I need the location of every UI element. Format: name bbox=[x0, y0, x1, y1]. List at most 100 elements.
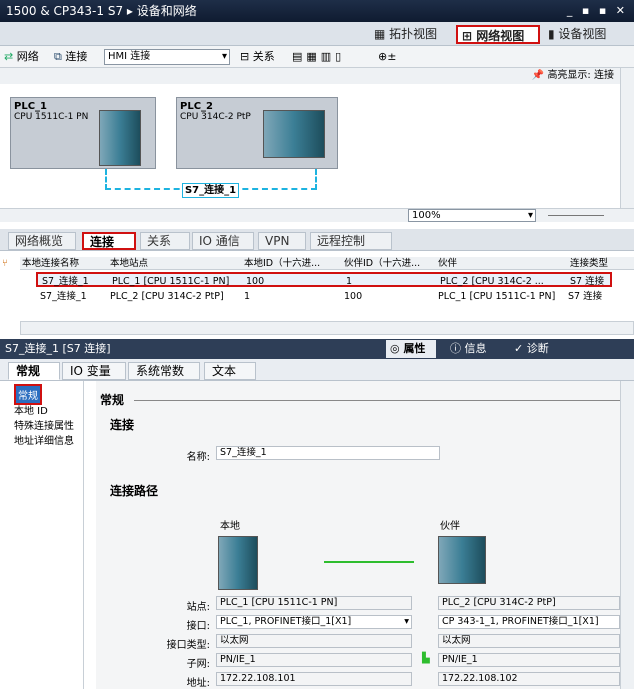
properties-titlebar: S7_连接_1 [S7 连接] ◎ 属性 ⓘ 信息 ✓ 诊断 bbox=[0, 339, 634, 359]
partner-interface-type-field: 以太网 bbox=[438, 634, 620, 648]
properties-nav: 常规 本地 ID 特殊连接属性 地址详细信息 bbox=[0, 381, 84, 689]
plc2-device[interactable]: PLC_2 CPU 314C-2 PtP bbox=[176, 97, 338, 169]
row-partner-id[interactable]: 100 bbox=[344, 289, 434, 304]
partner-interface-field[interactable]: CP 343-1_1, PROFINET接口_1[X1] bbox=[438, 615, 620, 629]
subnet-icon: ▙ bbox=[422, 653, 430, 664]
canvas-horizontal-scrollbar[interactable]: 100% ▾ bbox=[0, 208, 634, 222]
tab-device-view[interactable]: ▮ 设备视图 bbox=[544, 25, 628, 44]
properties-title: S7_连接_1 [S7 连接] bbox=[5, 342, 111, 355]
connection-path-line bbox=[324, 561, 414, 563]
row-partner-id[interactable]: 1 bbox=[346, 274, 436, 289]
connection-type-value: HMI 连接 bbox=[108, 51, 151, 62]
partner-subnet-field: PN/IE_1 bbox=[438, 653, 620, 667]
header-local-station[interactable]: 本地站点 bbox=[110, 257, 240, 270]
plc1-device[interactable]: PLC_1 CPU 1511C-1 PN bbox=[10, 97, 156, 169]
partner-heading: 伙伴 bbox=[440, 521, 460, 532]
tab-network-label: 网络视图 bbox=[476, 29, 525, 43]
connection-type-select[interactable]: HMI 连接 ▾ bbox=[104, 49, 230, 65]
tab-io-comm[interactable]: IO 通信 bbox=[192, 232, 254, 250]
relations-button[interactable]: ⊟ 关系 bbox=[240, 49, 275, 65]
connection-heading: 连接 bbox=[110, 418, 135, 432]
network-toolbar: ⇄ 网络 ⧉ 连接 HMI 连接 ▾ ⊟ 关系 ▤▦▥▯ ⊕± bbox=[0, 46, 634, 68]
highlight-bar: 📌 高亮显示: 连接 bbox=[0, 68, 620, 84]
header-partner-id[interactable]: 伙伴ID（十六进... bbox=[344, 257, 434, 270]
table-horizontal-scrollbar[interactable] bbox=[20, 321, 634, 335]
header-partner[interactable]: 伙伴 bbox=[438, 257, 566, 270]
pin-icon: 📌 bbox=[531, 70, 545, 81]
subtab-texts[interactable]: 文本 bbox=[204, 362, 256, 380]
view-bar: ▦ 拓扑视图 ⊞ 网络视图 ▮ 设备视图 bbox=[0, 22, 634, 46]
tab-network-view[interactable]: ⊞ 网络视图 bbox=[456, 25, 540, 44]
layout-tools[interactable]: ▤▦▥▯ bbox=[292, 49, 345, 65]
network-button[interactable]: ⇄ 网络 bbox=[4, 49, 39, 65]
network-label: 网络 bbox=[16, 50, 39, 63]
partner-device-image bbox=[438, 536, 486, 584]
tab-network-overview[interactable]: 网络概览 bbox=[8, 232, 76, 250]
window-controls[interactable]: _ ▪ ▪ ✕ bbox=[567, 0, 628, 22]
relations-label: 关系 bbox=[252, 50, 275, 63]
tab-info[interactable]: ⓘ 信息 bbox=[446, 340, 500, 358]
tab-topology-view[interactable]: ▦ 拓扑视图 bbox=[370, 25, 454, 44]
properties-subtabs: 常规 IO 变量 系统常数 文本 bbox=[0, 359, 634, 381]
name-field[interactable]: S7_连接_1 bbox=[216, 446, 440, 460]
local-interface-select[interactable]: PLC_1, PROFINET接口_1[X1] ▾ bbox=[216, 615, 412, 629]
tab-relations[interactable]: 关系 bbox=[140, 232, 190, 250]
tab-properties-label: 属性 bbox=[403, 342, 426, 355]
canvas-vertical-scrollbar[interactable] bbox=[620, 68, 634, 208]
partner-address-field: 172.22.108.102 bbox=[438, 672, 620, 686]
row-local-id[interactable]: 1 bbox=[244, 289, 340, 304]
subtab-system-constants[interactable]: 系统常数 bbox=[128, 362, 200, 380]
local-interface-value: PLC_1, PROFINET接口_1[X1] bbox=[220, 616, 352, 627]
subtab-io-tags[interactable]: IO 变量 bbox=[62, 362, 126, 380]
row-local-id[interactable]: 100 bbox=[246, 274, 342, 289]
tab-connections[interactable]: 连接 bbox=[82, 232, 136, 250]
section-general: 常规 bbox=[100, 393, 125, 407]
header-type[interactable]: 连接类型 bbox=[570, 257, 630, 270]
row-name: S7_连接_1 bbox=[40, 291, 87, 302]
zoom-slider[interactable] bbox=[548, 215, 604, 216]
zoom-select[interactable]: 100% ▾ bbox=[408, 209, 536, 222]
section-divider bbox=[134, 400, 620, 401]
connection-label[interactable]: S7_连接_1 bbox=[182, 183, 239, 198]
table-row[interactable]: S7_连接_1 PLC_1 [CPU 1511C-1 PN] 100 1 PLC… bbox=[36, 272, 612, 287]
window-title: 1500 & CP343-1 S7 ▸ 设备和网络 bbox=[0, 0, 634, 22]
tab-diagnostics[interactable]: ✓ 诊断 bbox=[510, 340, 566, 358]
tab-vpn[interactable]: VPN bbox=[258, 232, 306, 250]
highlight-label[interactable]: 高亮显示: 连接 bbox=[547, 70, 614, 81]
subtab-general[interactable]: 常规 bbox=[8, 362, 60, 380]
local-address-field: 172.22.108.101 bbox=[216, 672, 412, 686]
plc2-image bbox=[263, 110, 325, 158]
connect-icon: ⧉ bbox=[54, 50, 62, 63]
overview-tabs: 网络概览 连接 关系 IO 通信 VPN 远程控制 bbox=[0, 229, 634, 251]
connect-label: 连接 bbox=[65, 50, 88, 63]
row-partner[interactable]: PLC_2 [CPU 314C-2 ... bbox=[440, 274, 566, 289]
plc1-image bbox=[99, 110, 141, 166]
connect-button[interactable]: ⧉ 连接 bbox=[54, 49, 87, 65]
local-heading: 本地 bbox=[220, 521, 240, 532]
chevron-down-icon: ▾ bbox=[221, 51, 227, 62]
filter-icon[interactable]: ⑂ bbox=[2, 257, 8, 270]
tab-properties[interactable]: ◎ 属性 bbox=[386, 340, 436, 358]
local-subnet-field: PN/IE_1 bbox=[216, 653, 412, 667]
row-partner[interactable]: PLC_1 [CPU 1511C-1 PN] bbox=[438, 289, 564, 304]
row-type: S7 连接 bbox=[568, 291, 603, 302]
tab-info-label: 信息 bbox=[464, 342, 487, 355]
subnet-label: 子网: bbox=[186, 659, 210, 670]
properties-content: 常规 连接 名称: S7_连接_1 连接路径 本地 伙伴 站点: PLC_1 [… bbox=[96, 381, 620, 689]
network-icon: ⇄ bbox=[4, 50, 14, 63]
nav-special-properties[interactable]: 特殊连接属性 bbox=[14, 417, 74, 432]
nav-address-details[interactable]: 地址详细信息 bbox=[14, 432, 74, 447]
header-local-id[interactable]: 本地ID（十六进... bbox=[244, 257, 340, 270]
local-interface-type-field: 以太网 bbox=[216, 634, 412, 648]
nav-local-id[interactable]: 本地 ID bbox=[14, 402, 48, 417]
header-local-name[interactable]: 本地连接名称 bbox=[22, 257, 90, 270]
local-device-image bbox=[218, 536, 258, 590]
tab-remote-control[interactable]: 远程控制 bbox=[310, 232, 392, 250]
table-row[interactable]: S7_连接_1 PLC_2 [CPU 314C-2 PtP] 1 100 PLC… bbox=[36, 289, 612, 304]
chevron-down-icon: ▾ bbox=[404, 616, 409, 627]
properties-scrollbar[interactable] bbox=[620, 381, 634, 689]
row-station: PLC_1 [CPU 1511C-1 PN] bbox=[112, 276, 230, 287]
zoom-icon[interactable]: ⊕± bbox=[378, 49, 396, 65]
interface-label: 接口: bbox=[186, 621, 210, 632]
station-label: 站点: bbox=[186, 602, 210, 613]
